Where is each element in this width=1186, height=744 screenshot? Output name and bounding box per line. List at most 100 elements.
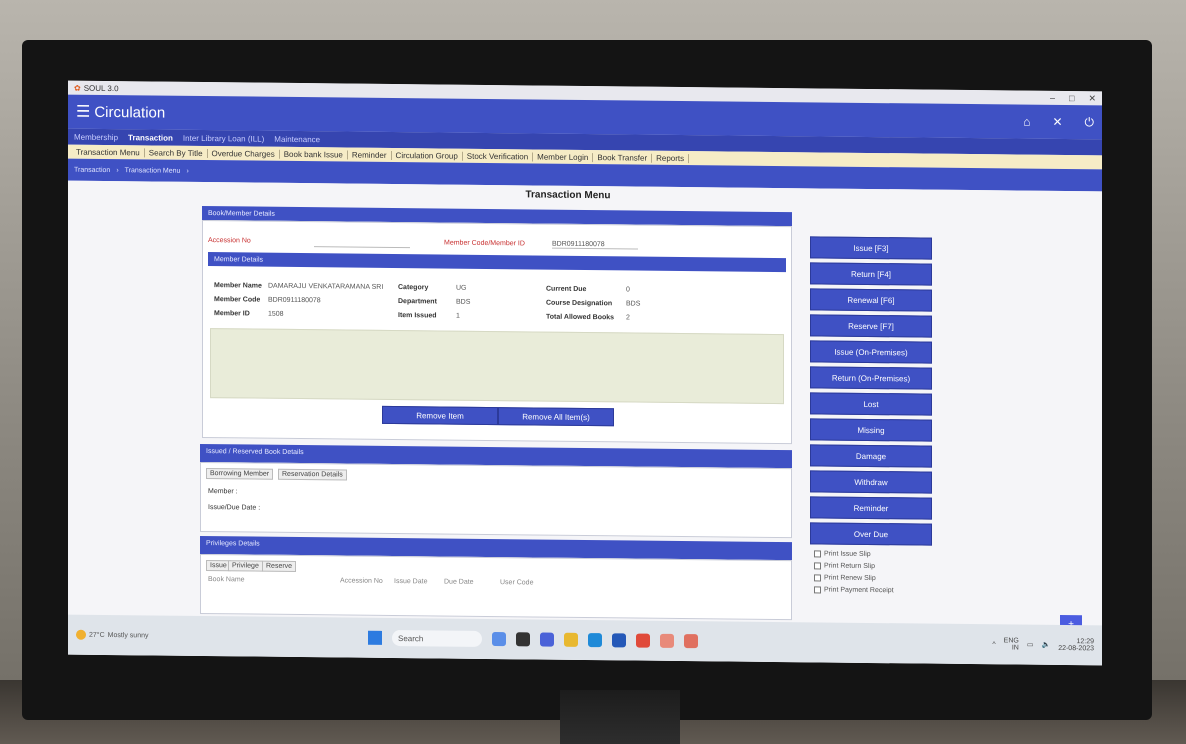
breadcrumb-transaction[interactable]: Transaction — [74, 166, 110, 173]
tab-borrowing-member[interactable]: Borrowing Member — [206, 468, 274, 480]
category-label: Category — [398, 284, 429, 292]
total-allowed-label: Total Allowed Books — [546, 313, 615, 322]
store-icon[interactable] — [612, 633, 626, 648]
item-issued-value: 1 — [456, 312, 460, 320]
checkbox-icon — [814, 562, 821, 570]
issue-on-premises-button[interactable]: Issue (On-Premises) — [810, 340, 932, 364]
nav-transaction[interactable]: Transaction — [128, 133, 173, 142]
withdraw-button[interactable]: Withdraw — [810, 470, 932, 494]
screen: ✿ SOUL 3.0 – □ ✕ ☰ Circulation ⌂ ✕ ⏻ Mem… — [68, 80, 1102, 666]
tab-book-bank-issue[interactable]: Book bank Issue — [279, 149, 348, 160]
tab-privilege[interactable]: Privilege — [228, 560, 263, 572]
widgets-icon[interactable] — [516, 632, 530, 647]
weather-temp: 27°C — [89, 631, 105, 639]
taskbar-search-input[interactable]: Search — [392, 629, 482, 647]
department-label: Department — [398, 298, 437, 306]
sun-icon — [76, 629, 86, 640]
tab-book-transfer[interactable]: Book Transfer — [593, 152, 653, 163]
chat-icon[interactable] — [540, 632, 554, 647]
current-due-label: Current Due — [546, 285, 587, 294]
print-renew-slip-label: Print Renew Slip — [824, 574, 876, 583]
home-icon[interactable]: ⌂ — [1023, 114, 1030, 129]
tab-member-login[interactable]: Member Login — [533, 151, 594, 162]
reminder-button[interactable]: Reminder — [810, 496, 932, 520]
tab-reports[interactable]: Reports — [652, 153, 690, 163]
tab-search-by-title[interactable]: Search By Title — [144, 147, 208, 158]
lost-button[interactable]: Lost — [810, 392, 932, 416]
tab-overdue-charges[interactable]: Overdue Charges — [207, 148, 280, 159]
close-window-button[interactable]: ✕ — [1088, 93, 1096, 104]
print-return-slip-label: Print Return Slip — [824, 562, 875, 571]
column-user-code: User Code — [500, 579, 534, 587]
system-tray: ^ ENG IN ▭ 🔈 12:29 22-08-2023 — [992, 637, 1094, 652]
member-name-value: DAMARAJU VENKATARAMANA SRI — [268, 282, 384, 291]
missing-button[interactable]: Missing — [810, 418, 932, 442]
member-id-value: 1508 — [268, 310, 284, 318]
column-accession-no: Accession No — [340, 577, 383, 585]
close-icon[interactable]: ✕ — [1052, 114, 1062, 129]
windows-start-icon[interactable] — [368, 630, 382, 645]
course-designation-value: BDS — [626, 300, 641, 308]
nav-membership[interactable]: Membership — [74, 132, 118, 141]
tab-transaction-menu[interactable]: Transaction Menu — [72, 147, 145, 157]
remove-all-items-button[interactable]: Remove All Item(s) — [498, 407, 614, 427]
tab-reminder[interactable]: Reminder — [347, 150, 392, 160]
tab-stock-verification[interactable]: Stock Verification — [462, 151, 534, 161]
tab-reserve[interactable]: Reserve — [262, 560, 297, 572]
return-button[interactable]: Return [F4] — [810, 262, 932, 286]
member-code-label: Member Code/Member ID — [444, 239, 525, 248]
print-issue-slip-checkbox[interactable]: Print Issue Slip — [814, 550, 871, 558]
clock[interactable]: 12:29 22-08-2023 — [1058, 638, 1094, 652]
issue-button[interactable]: Issue [F3] — [810, 236, 932, 260]
hamburger-menu-icon[interactable]: ☰ — [76, 102, 90, 122]
print-payment-receipt-checkbox[interactable]: Print Payment Receipt — [814, 586, 894, 594]
accession-no-input[interactable] — [314, 233, 410, 249]
chevron-up-icon[interactable]: ^ — [992, 641, 995, 648]
tab-circulation-group[interactable]: Circulation Group — [391, 150, 463, 161]
renewal-button[interactable]: Renewal [F6] — [810, 288, 932, 312]
language-indicator[interactable]: ENG IN — [1004, 637, 1019, 651]
soul-app-icon[interactable] — [684, 634, 698, 649]
task-view-icon[interactable] — [492, 632, 506, 647]
nav-ill[interactable]: Inter Library Loan (ILL) — [183, 133, 264, 143]
reserve-button[interactable]: Reserve [F7] — [810, 314, 932, 338]
app-title: Circulation — [94, 103, 166, 122]
main-content: Transaction Menu Book/Member Details Acc… — [68, 180, 1102, 666]
clock-date: 22-08-2023 — [1058, 644, 1094, 653]
department-value: BDS — [456, 298, 471, 306]
window-title: SOUL 3.0 — [83, 83, 119, 93]
checkbox-icon — [814, 574, 821, 582]
remove-item-button[interactable]: Remove Item — [382, 405, 498, 426]
print-payment-receipt-label: Print Payment Receipt — [824, 586, 894, 595]
monitor-stand — [560, 690, 680, 744]
member-code-input[interactable]: BDR0911180078 — [552, 240, 638, 250]
file-explorer-icon[interactable] — [564, 632, 578, 647]
tab-reservation-details[interactable]: Reservation Details — [278, 468, 347, 481]
column-issue-date: Issue Date — [394, 577, 428, 586]
item-grid[interactable] — [210, 328, 784, 405]
edge-browser-icon[interactable] — [588, 633, 602, 648]
checkbox-icon — [814, 550, 821, 558]
member-code-detail-value: BDR0911180078 — [268, 296, 321, 305]
member-code-detail-label: Member Code — [214, 296, 261, 304]
volume-icon[interactable]: 🔈 — [1041, 641, 1050, 649]
current-due-value: 0 — [626, 286, 630, 294]
nav-maintenance[interactable]: Maintenance — [274, 134, 320, 143]
minimize-button[interactable]: – — [1050, 92, 1055, 103]
breadcrumb-separator-icon: › — [186, 167, 189, 175]
over-due-button[interactable]: Over Due — [810, 522, 932, 546]
return-on-premises-button[interactable]: Return (On-Premises) — [810, 366, 932, 390]
power-icon[interactable]: ⏻ — [1085, 115, 1095, 130]
print-renew-slip-checkbox[interactable]: Print Renew Slip — [814, 574, 876, 582]
app-logo-icon: ✿ — [74, 83, 81, 93]
network-icon[interactable]: ▭ — [1027, 641, 1034, 649]
print-return-slip-checkbox[interactable]: Print Return Slip — [814, 562, 875, 570]
course-designation-label: Course Designation — [546, 299, 613, 308]
issue-due-date-label: Issue/Due Date : — [208, 504, 261, 512]
damage-button[interactable]: Damage — [810, 444, 932, 468]
weather-widget[interactable]: 27°C Mostly sunny — [76, 629, 149, 641]
breadcrumb-separator-icon: › — [116, 166, 119, 174]
maximize-button[interactable]: □ — [1069, 93, 1074, 104]
chrome-icon[interactable] — [636, 633, 650, 648]
soul-app-icon[interactable] — [660, 633, 674, 648]
